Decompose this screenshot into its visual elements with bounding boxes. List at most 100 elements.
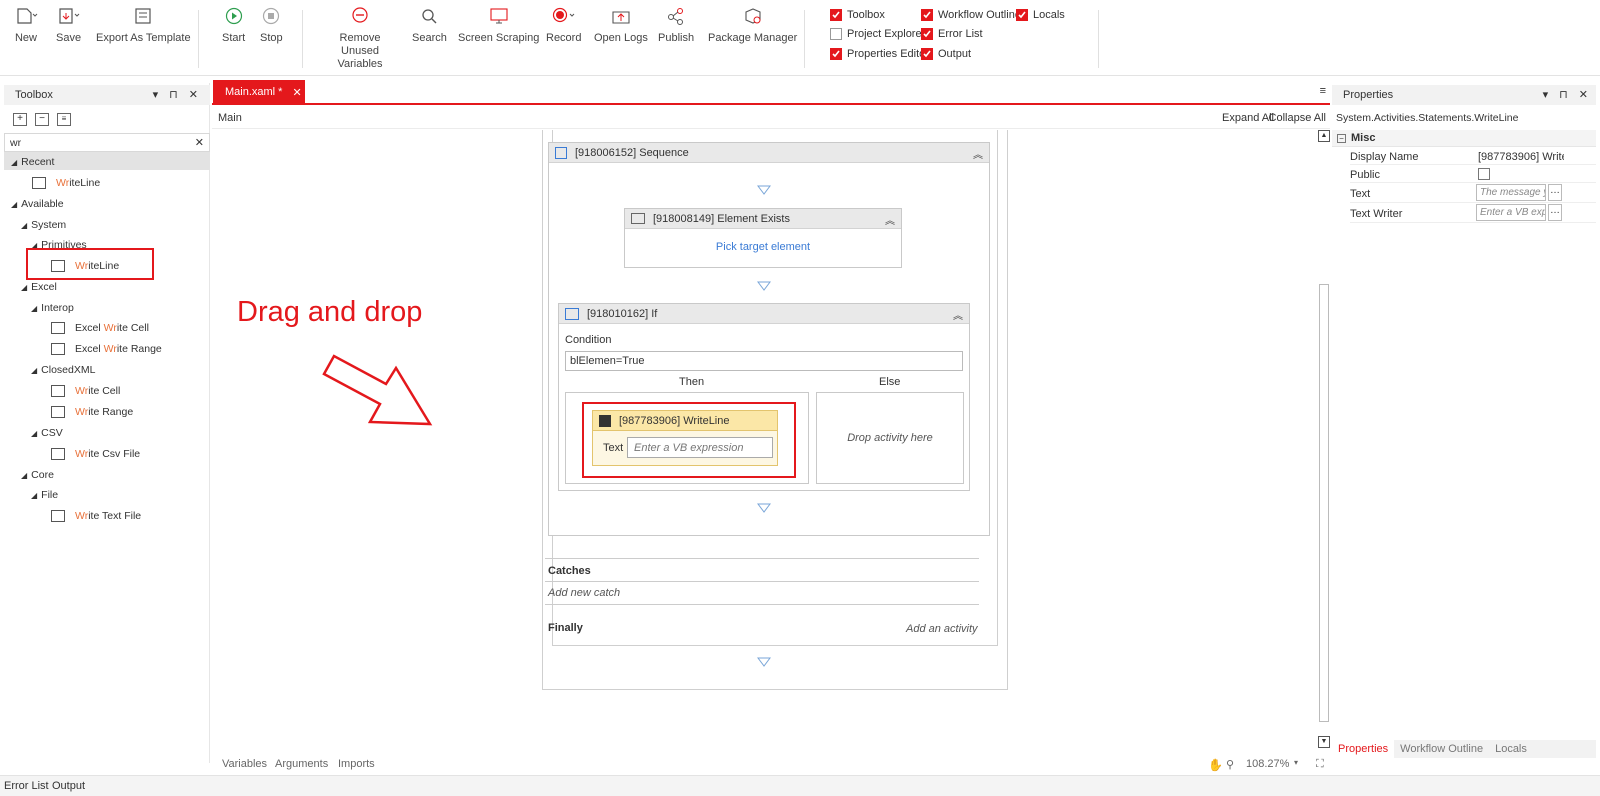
properties-tab[interactable]: Properties	[1332, 740, 1395, 758]
property-name: Public	[1350, 169, 1380, 181]
breadcrumb[interactable]: Main	[218, 112, 242, 124]
drop-arrow-icon[interactable]	[756, 280, 772, 292]
add-catch-link[interactable]: Add new catch	[548, 587, 620, 599]
tree-excel[interactable]: ◢ Excel	[21, 281, 57, 293]
locals-toggle[interactable]: Locals	[1016, 9, 1065, 21]
tree-core[interactable]: ◢ Core	[21, 469, 54, 481]
hand-tool-icon[interactable]: ✋	[1208, 758, 1223, 772]
text-writer-input[interactable]: Enter a VB exp	[1476, 204, 1546, 221]
tree-write-csv[interactable]: Wr ite Csv File	[51, 448, 140, 460]
collapse-all-icon[interactable]: −	[35, 113, 49, 126]
divider	[545, 604, 979, 605]
screen-scraping-button[interactable]: Screen Scraping	[458, 6, 539, 45]
start-label: Start	[222, 32, 246, 44]
output-tab[interactable]: Output	[52, 780, 85, 792]
tree-excel-write-range[interactable]: Excel Wr ite Range	[51, 343, 162, 355]
remove-unused-label-1: Remove Unused	[339, 32, 381, 57]
zoom-icon[interactable]: ⚲	[1226, 758, 1234, 771]
logs-icon	[612, 11, 630, 24]
tree-write-text-file[interactable]: Wr ite Text File	[51, 510, 141, 522]
display-name-value[interactable]: [987783906] WriteL	[1478, 151, 1564, 163]
new-button[interactable]: New	[14, 6, 38, 45]
publish-button[interactable]: Publish	[658, 6, 694, 45]
drop-arrow-icon[interactable]	[756, 502, 772, 514]
search-button[interactable]: Search	[412, 6, 447, 45]
record-button[interactable]: Record	[546, 6, 581, 45]
scroll-up-icon[interactable]: ▲	[1318, 130, 1330, 142]
variables-tab[interactable]: Variables	[222, 758, 267, 770]
expand-all-icon[interactable]: +	[13, 113, 27, 126]
text-file-icon	[51, 510, 65, 522]
tree-csv[interactable]: ◢ CSV	[31, 427, 63, 439]
collapse-icon[interactable]: ︽	[953, 307, 963, 322]
properties-category[interactable]: − Misc	[1332, 130, 1596, 147]
close-tab-icon[interactable]: ✕	[292, 86, 301, 99]
element-exists-activity[interactable]: [918008149] Element Exists ︽ Pick target…	[624, 208, 902, 268]
stop-button[interactable]: Stop	[260, 6, 283, 45]
else-drop-zone[interactable]: Drop activity here	[816, 392, 964, 484]
error-list-tab[interactable]: Error List	[4, 780, 49, 792]
panel-controls-icon[interactable]: ▾ ⊓ ✕	[1543, 88, 1592, 101]
tree-recent[interactable]: ◢ Recent	[11, 156, 54, 168]
tree-item-label: ite Cell	[88, 385, 121, 397]
tree-closedxml[interactable]: ◢ ClosedXML	[31, 364, 95, 376]
fit-screen-icon[interactable]: ⛶	[1316, 758, 1324, 771]
collapse-icon[interactable]: ︽	[885, 212, 895, 227]
text-property-input[interactable]: The message y	[1476, 184, 1546, 201]
properties-editor-toggle[interactable]: Properties Editor	[830, 48, 929, 60]
export-template-label: Export As Template	[96, 32, 191, 44]
project-explorer-toggle[interactable]: Project Explorer	[830, 28, 925, 40]
tree-excel-label: Excel	[31, 281, 57, 293]
tree-recent-writeline[interactable]: Wr iteLine	[32, 177, 100, 189]
open-logs-label: Open Logs	[594, 32, 648, 44]
collapse-icon[interactable]: ︽	[973, 146, 983, 161]
workflow-outline-tab[interactable]: Workflow Outline	[1394, 743, 1489, 755]
tree-system[interactable]: ◢ System	[21, 219, 66, 231]
tree-excel-write-cell[interactable]: Excel Wr ite Cell	[51, 322, 149, 334]
export-template-button[interactable]: Export As Template	[96, 6, 191, 45]
panel-controls-icon[interactable]: ▾ ⊓ ✕	[153, 88, 202, 101]
workflow-outline-toggle[interactable]: Workflow Outline	[921, 9, 1021, 21]
scroll-down-icon[interactable]: ▼	[1318, 736, 1330, 748]
open-logs-button[interactable]: Open Logs	[594, 6, 648, 45]
zoom-dropdown-icon[interactable]: ▾	[1294, 758, 1298, 767]
imports-tab[interactable]: Imports	[338, 758, 375, 770]
tree-interop[interactable]: ◢ Interop	[31, 302, 74, 314]
tree-available[interactable]: ◢ Available	[11, 198, 64, 210]
scroll-thumb[interactable]	[1319, 284, 1329, 722]
collapse-all-link[interactable]: Collapse All	[1269, 112, 1326, 124]
tab-main-xaml-label: Main.xaml *	[225, 86, 283, 98]
toolbox-toggle[interactable]: Toolbox	[830, 9, 885, 21]
pick-target-link[interactable]: Pick target element	[625, 241, 901, 253]
start-button[interactable]: Start	[222, 6, 245, 45]
vertical-scrollbar[interactable]: ▲ ▼	[1318, 130, 1330, 748]
tab-main-xaml[interactable]: Main.xaml * ✕	[213, 80, 305, 104]
ellipsis-button[interactable]: …	[1548, 204, 1562, 221]
expand-all-link[interactable]: Expand All	[1222, 112, 1274, 124]
tree-file[interactable]: ◢ File	[31, 489, 58, 501]
drop-arrow-icon[interactable]	[756, 656, 772, 668]
list-view-icon[interactable]: ≡	[57, 113, 71, 126]
workflow-outline-toggle-label: Workflow Outline	[938, 9, 1021, 21]
category-label: Misc	[1351, 132, 1376, 144]
add-activity-link[interactable]: Add an activity	[906, 623, 978, 635]
locals-tab[interactable]: Locals	[1489, 743, 1533, 755]
toolbox-search-input[interactable]: wr ✕	[4, 133, 210, 152]
collapse-category-icon[interactable]: −	[1337, 133, 1346, 143]
clear-search-icon[interactable]: ✕	[195, 136, 204, 149]
tree-item-label: ite Cell	[116, 322, 149, 334]
drop-arrow-icon[interactable]	[756, 184, 772, 196]
ellipsis-button[interactable]: …	[1548, 184, 1562, 201]
output-toggle[interactable]: Output	[921, 48, 971, 60]
zoom-level[interactable]: 108.27%	[1246, 758, 1289, 770]
remove-unused-variables-button[interactable]: Remove Unused Variables	[324, 6, 396, 71]
save-button[interactable]: Save	[56, 6, 81, 45]
tree-write-range[interactable]: Wr ite Range	[51, 406, 133, 418]
package-manager-button[interactable]: Package Manager	[708, 6, 797, 45]
tab-menu-icon[interactable]: ≡	[1320, 85, 1326, 97]
condition-input[interactable]: blElemen=True	[565, 351, 963, 371]
error-list-toggle[interactable]: Error List	[921, 28, 983, 40]
tree-write-cell[interactable]: Wr ite Cell	[51, 385, 120, 397]
arguments-tab[interactable]: Arguments	[275, 758, 328, 770]
public-checkbox[interactable]	[1478, 168, 1490, 180]
